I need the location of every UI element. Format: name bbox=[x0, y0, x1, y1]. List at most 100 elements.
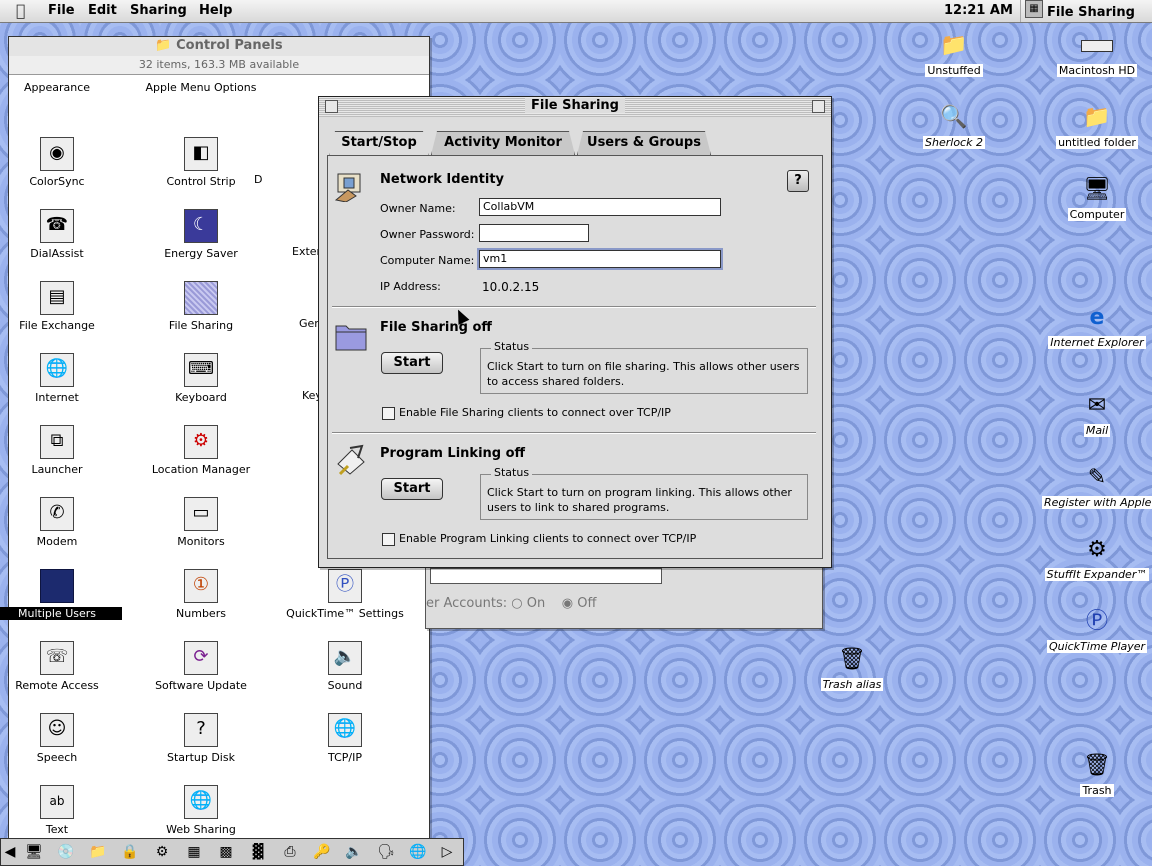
computer-name-label: Computer Name: bbox=[380, 254, 475, 267]
file-sharing-start-button[interactable]: Start bbox=[381, 352, 443, 374]
cp-item-clipped-d[interactable]: D bbox=[254, 173, 314, 186]
cp-item-speech[interactable]: ☺ Speech bbox=[0, 713, 122, 764]
strip-collapse-tab-icon[interactable]: ◀ bbox=[3, 842, 17, 862]
cp-item-dialassist[interactable]: ☎ DialAssist bbox=[0, 209, 122, 260]
strip-keychain-icon[interactable]: 🔑 bbox=[307, 842, 337, 862]
strip-web-sharing-icon[interactable]: 🌐 bbox=[403, 842, 433, 862]
close-box[interactable] bbox=[325, 100, 338, 113]
strip-file-sharing-icon[interactable]: 📁 bbox=[83, 842, 113, 862]
menu-file[interactable]: File bbox=[48, 3, 75, 18]
cp-item-sound[interactable]: 🔈 Sound bbox=[280, 641, 410, 692]
strip-cd-icon[interactable]: 💿 bbox=[51, 842, 81, 862]
colorsync-icon: ◉ bbox=[40, 137, 74, 171]
desktop-icon-register[interactable]: ✎ Register with Apple bbox=[1042, 462, 1152, 509]
desktop-icon-stuffit[interactable]: ⚙ StuffIt Expander™ bbox=[1042, 534, 1152, 581]
menu-clock[interactable]: 12:21 AM bbox=[944, 3, 1013, 18]
cp-item-label: Remote Access bbox=[15, 679, 99, 692]
monitors-icon: ▭ bbox=[184, 497, 218, 531]
strip-printer-icon[interactable]: ⎙ bbox=[275, 842, 305, 862]
menu-edit[interactable]: Edit bbox=[88, 3, 117, 18]
control-strip-icon: ◧ bbox=[184, 137, 218, 171]
file-sharing-titlebar[interactable]: File Sharing bbox=[319, 97, 831, 117]
radio-off[interactable]: ◉ Off bbox=[562, 596, 597, 611]
cp-item-quicktime-settings[interactable]: Ⓟ QuickTime™ Settings bbox=[280, 569, 410, 620]
cp-item-energy-saver[interactable]: ☾ Energy Saver bbox=[136, 209, 266, 260]
speech-icon: ☺ bbox=[40, 713, 74, 747]
owner-name-label: Owner Name: bbox=[380, 202, 456, 215]
strip-resolution-icon[interactable]: ▩ bbox=[211, 842, 241, 862]
strip-colors-icon[interactable]: ▦ bbox=[179, 842, 209, 862]
desktop-icon-macintosh-hd[interactable]: Macintosh HD bbox=[1042, 30, 1152, 77]
cp-item-apple-menu-options[interactable]: Apple Menu Options bbox=[136, 81, 266, 94]
desktop-icon-trash-alias[interactable]: 🗑 Trash alias bbox=[797, 644, 907, 691]
cp-item-internet[interactable]: 🌐 Internet bbox=[0, 353, 122, 404]
strip-lock-icon[interactable]: 🔒 bbox=[115, 842, 145, 862]
menu-help[interactable]: Help bbox=[199, 3, 232, 18]
cp-item-colorsync[interactable]: ◉ ColorSync bbox=[0, 137, 122, 188]
radio-on[interactable]: ○ On bbox=[511, 596, 545, 611]
cp-item-control-strip[interactable]: ◧ Control Strip bbox=[136, 137, 266, 188]
help-button[interactable]: ? bbox=[787, 170, 809, 192]
collapse-box[interactable] bbox=[812, 100, 825, 113]
status-label: Status bbox=[491, 466, 533, 479]
tab-users-groups[interactable]: Users & Groups bbox=[577, 131, 711, 155]
desktop-icon-trash[interactable]: 🗑 Trash bbox=[1042, 750, 1152, 797]
cp-item-modem[interactable]: ✆ Modem bbox=[0, 497, 122, 548]
strip-sound-icon[interactable]: 🔈 bbox=[339, 842, 369, 862]
cp-item-software-update[interactable]: ⟳ Software Update bbox=[136, 641, 266, 692]
cp-item-tcpip[interactable]: 🌐 TCP/IP bbox=[280, 713, 410, 764]
tab-start-stop[interactable]: Start/Stop bbox=[329, 131, 429, 157]
cp-item-label: Text bbox=[45, 823, 69, 836]
strip-speech-icon[interactable]: 🗣 bbox=[371, 842, 401, 862]
cp-item-label: Launcher bbox=[31, 463, 83, 476]
strip-checker-icon[interactable]: ▓ bbox=[243, 842, 273, 862]
menu-sharing[interactable]: Sharing bbox=[130, 3, 187, 18]
user-accounts-label: er Accounts: bbox=[426, 596, 508, 611]
tab-activity-monitor[interactable]: Activity Monitor bbox=[431, 131, 575, 155]
cp-item-text[interactable]: ab Text bbox=[0, 785, 122, 836]
location-manager-icon: ⚙ bbox=[184, 425, 218, 459]
desktop-icon-computer[interactable]: 🖥 Computer bbox=[1042, 174, 1152, 221]
desktop-icon-quicktime-player[interactable]: Ⓟ QuickTime Player bbox=[1042, 606, 1152, 653]
desktop-icon-sherlock[interactable]: 🔍 Sherlock 2 bbox=[899, 102, 1009, 149]
control-panels-titlebar[interactable]: 📁 Control Panels bbox=[9, 37, 429, 56]
cp-item-label: Control Strip bbox=[166, 175, 236, 188]
strip-location-icon[interactable]: ⚙ bbox=[147, 842, 177, 862]
text-field[interactable] bbox=[430, 568, 662, 584]
owner-name-field[interactable]: CollabVM bbox=[479, 198, 721, 216]
file-sharing-tcpip-label: Enable File Sharing clients to connect o… bbox=[399, 406, 671, 419]
application-menu[interactable]: ▦ File Sharing bbox=[1020, 0, 1135, 22]
desktop-icon-untitled-folder[interactable]: 📁 untitled folder bbox=[1042, 102, 1152, 149]
cp-item-remote-access[interactable]: ☏ Remote Access bbox=[0, 641, 122, 692]
program-linking-tcpip-checkbox[interactable] bbox=[382, 533, 395, 546]
modem-icon: ✆ bbox=[40, 497, 74, 531]
desktop-icon-unstuffed[interactable]: 📁 Unstuffed bbox=[899, 30, 1009, 77]
cp-item-label: Numbers bbox=[176, 607, 226, 620]
desktop-icon-mail[interactable]: ✉ Mail bbox=[1042, 390, 1152, 437]
program-linking-status-text: Click Start to turn on program linking. … bbox=[487, 486, 792, 514]
computer-name-field[interactable]: vm1 bbox=[477, 248, 723, 270]
cp-item-location-manager[interactable]: ⚙ Location Manager bbox=[136, 425, 266, 476]
internet-icon: 🌐 bbox=[40, 353, 74, 387]
apple-menu-icon[interactable]:  bbox=[16, 1, 26, 20]
cp-item-appearance[interactable]: Appearance bbox=[0, 81, 122, 94]
cp-item-file-exchange[interactable]: ▤ File Exchange bbox=[0, 281, 122, 332]
file-sharing-tcpip-checkbox[interactable] bbox=[382, 407, 395, 420]
owner-password-field[interactable] bbox=[479, 224, 589, 242]
cp-item-web-sharing[interactable]: 🌐 Web Sharing bbox=[136, 785, 266, 836]
cp-item-numbers[interactable]: ① Numbers bbox=[136, 569, 266, 620]
strip-monitor-icon[interactable]: 🖥 bbox=[19, 842, 49, 862]
cp-item-launcher[interactable]: ⧉ Launcher bbox=[0, 425, 122, 476]
cp-item-startup-disk[interactable]: ? Startup Disk bbox=[136, 713, 266, 764]
program-linking-start-button[interactable]: Start bbox=[381, 478, 443, 500]
file-sharing-app-icon: ▦ bbox=[1025, 0, 1043, 18]
cp-item-monitors[interactable]: ▭ Monitors bbox=[136, 497, 266, 548]
strip-drag-tab-icon[interactable]: ▷ bbox=[435, 842, 459, 862]
cp-item-keyboard[interactable]: ⌨ Keyboard bbox=[136, 353, 266, 404]
cp-item-file-sharing[interactable]: File Sharing bbox=[136, 281, 266, 332]
software-update-icon: ⟳ bbox=[184, 641, 218, 675]
cp-item-multiple-users[interactable]: Multiple Users bbox=[0, 569, 122, 620]
desktop-icon-label: Computer bbox=[1067, 208, 1127, 221]
desktop-icon-label: Trash bbox=[1080, 784, 1114, 797]
desktop-icon-internet-explorer[interactable]: e Internet Explorer bbox=[1042, 302, 1152, 349]
